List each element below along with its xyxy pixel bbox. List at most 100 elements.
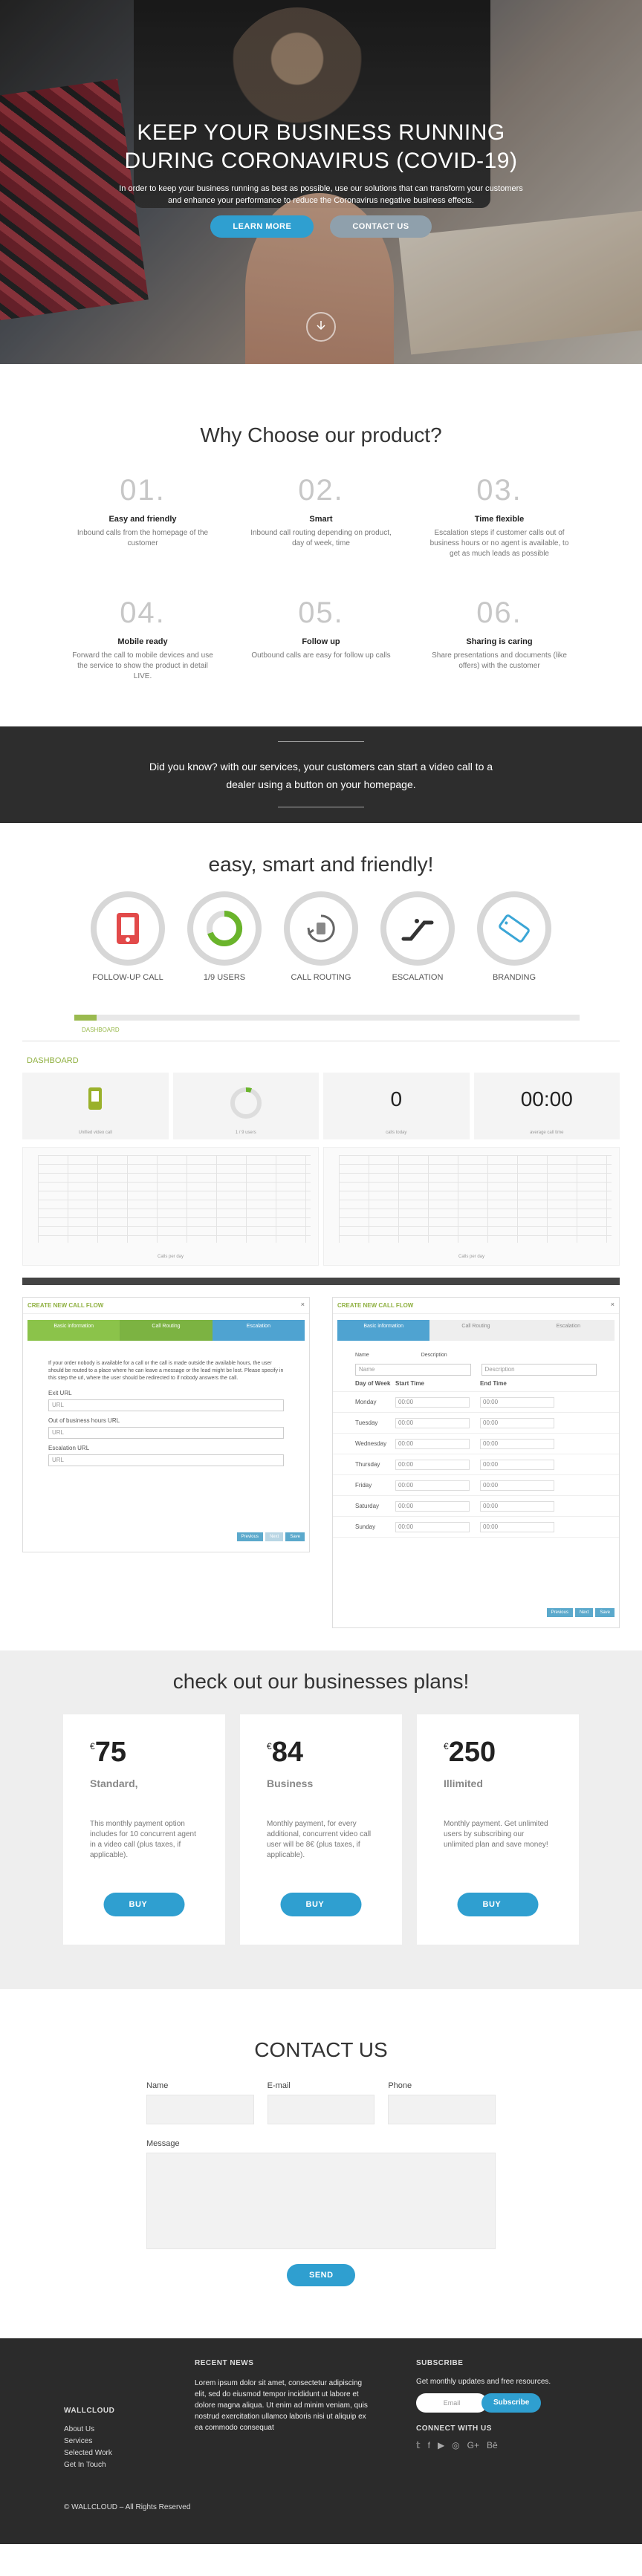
google-plus-icon[interactable]: G+ [467, 2440, 479, 2450]
end-time-input[interactable]: 00:00 [480, 1500, 554, 1512]
learn-more-button[interactable]: LEARN MORE [210, 215, 314, 238]
nav-bar [74, 1015, 580, 1021]
phone-icon [88, 1087, 103, 1110]
icon-label: FOLLOW-UP CALL [92, 973, 163, 982]
stat-caption: average call time [530, 1131, 564, 1135]
footer-link-about[interactable]: About Us [64, 2424, 114, 2436]
subscribe-title: SUBSCRIBE [416, 2359, 464, 2367]
end-time-input[interactable]: 00:00 [480, 1438, 554, 1449]
next-button[interactable]: Next [574, 1608, 594, 1617]
behance-icon[interactable]: Bē [487, 2440, 498, 2450]
footer-link-contact[interactable]: Get In Touch [64, 2459, 114, 2471]
phone-input[interactable] [388, 2095, 496, 2124]
save-button[interactable]: Save [595, 1608, 615, 1617]
end-time-input[interactable]: 00:00 [480, 1459, 554, 1470]
step-escalation[interactable]: Escalation [522, 1320, 615, 1341]
feature-icon-item: FOLLOW-UP CALL [91, 891, 165, 982]
subscribe-email-input[interactable]: Email [416, 2393, 487, 2413]
step-call-routing[interactable]: Call Routing [429, 1320, 522, 1341]
start-time-input[interactable]: 00:00 [395, 1459, 470, 1470]
previous-button[interactable]: Previous [236, 1532, 263, 1541]
escalation-url-input[interactable]: URL [48, 1454, 284, 1466]
call-flow-modal-escalation: CREATE NEW CALL FLOW × Basic information… [22, 1297, 310, 1552]
start-time-header: Start Time [395, 1380, 424, 1387]
day-label: Saturday [355, 1503, 380, 1509]
email-input[interactable] [267, 2095, 375, 2124]
dashboard-tab[interactable]: DASHBOARD [82, 1027, 120, 1033]
footer-link-work[interactable]: Selected Work [64, 2447, 114, 2459]
save-button[interactable]: Save [285, 1532, 305, 1541]
feature-item: 01. Easy and friendly Inbound calls from… [54, 474, 232, 559]
plans-title: check out our businesses plans! [172, 1670, 470, 1693]
dashboard-top-nav: DASHBOARD [22, 1012, 620, 1041]
start-time-input[interactable]: 00:00 [395, 1396, 470, 1408]
stat-caption: calls today [386, 1131, 407, 1135]
stat-card: Unified video call [22, 1073, 169, 1139]
close-icon[interactable]: × [301, 1301, 305, 1308]
schedule-row: Saturday 00:00 00:00 [333, 1496, 619, 1517]
name-label: Name [146, 2081, 169, 2090]
end-time-input[interactable]: 00:00 [480, 1417, 554, 1428]
message-textarea[interactable] [146, 2153, 496, 2249]
contact-form: Name E-mail Phone Message SEND [146, 2081, 496, 2286]
send-button[interactable]: SEND [287, 2264, 355, 2286]
step-basic-info[interactable]: Basic information [27, 1320, 120, 1341]
start-time-input[interactable]: 00:00 [395, 1438, 470, 1449]
why-section: Why Choose our product? 01. Easy and fri… [0, 364, 642, 726]
close-icon[interactable]: × [611, 1301, 615, 1308]
feature-icon-item: BRANDING [477, 891, 551, 982]
currency-symbol: € [444, 1741, 449, 1752]
youtube-icon[interactable]: ▶ [438, 2440, 444, 2450]
next-button[interactable]: Next [265, 1532, 284, 1541]
name-input[interactable]: Name [355, 1364, 471, 1376]
footer-link-services[interactable]: Services [64, 2436, 114, 2447]
name-input[interactable] [146, 2095, 254, 2124]
buy-now-button[interactable]: BUY NOW [280, 1893, 362, 1933]
feature-icon-item: 1/9 USERS [187, 891, 262, 982]
contact-title: CONTACT US [254, 2038, 388, 2061]
feature-text: Inbound call routing depending on produc… [250, 529, 392, 547]
contact-us-button[interactable]: CONTACT US [330, 215, 432, 238]
step-escalation[interactable]: Escalation [212, 1320, 305, 1341]
feature-icon-item: CALL ROUTING [284, 891, 358, 982]
plan-name: Business [267, 1777, 314, 1789]
recent-news-text: Lorem ipsum dolor sit amet, consectetur … [195, 2379, 368, 2432]
description-input[interactable]: Description [481, 1364, 597, 1376]
chevron-down-icon[interactable] [306, 312, 336, 342]
field-label: Escalation URL [48, 1445, 90, 1451]
feature-item: 04. Mobile ready Forward the call to mob… [54, 596, 232, 682]
stat-value: 00:00 [520, 1087, 573, 1110]
start-time-input[interactable]: 00:00 [395, 1417, 470, 1428]
recent-news-title: RECENT NEWS [195, 2359, 254, 2367]
start-time-input[interactable]: 00:00 [395, 1480, 470, 1491]
email-label: E-mail [267, 2081, 291, 2090]
users-gauge-icon [230, 1087, 262, 1119]
buy-now-button[interactable]: BUY NOW [103, 1893, 185, 1933]
subscribe-button[interactable]: Subscribe [482, 2393, 542, 2413]
facebook-icon[interactable]: f [428, 2440, 430, 2450]
end-time-input[interactable]: 00:00 [480, 1521, 554, 1532]
feature-item: 06. Sharing is caring Share presentation… [410, 596, 588, 682]
instagram-icon[interactable]: ◎ [452, 2440, 459, 2450]
step-call-routing[interactable]: Call Routing [120, 1320, 213, 1341]
plan-description: Monthly payment. Get unlimited users by … [444, 1820, 548, 1849]
name-label: Name [355, 1353, 369, 1358]
field-label: Out of business hours URL [48, 1417, 120, 1424]
previous-button[interactable]: Previous [546, 1608, 573, 1617]
feature-item: 02. Smart Inbound call routing depending… [232, 474, 410, 559]
start-time-input[interactable]: 00:00 [395, 1500, 470, 1512]
twitter-icon[interactable]: 𝕥 [416, 2440, 421, 2450]
exit-url-input[interactable]: URL [48, 1399, 284, 1411]
dashboard-title: DASHBOARD [27, 1056, 79, 1065]
plan-price: €84 [267, 1737, 303, 1768]
step-basic-info[interactable]: Basic information [337, 1320, 430, 1341]
footer-bar [22, 1278, 620, 1285]
end-time-input[interactable]: 00:00 [480, 1396, 554, 1408]
feature-title: Mobile ready [117, 637, 168, 646]
out-of-hours-url-input[interactable]: URL [48, 1427, 284, 1439]
start-time-input[interactable]: 00:00 [395, 1521, 470, 1532]
feature-title: Follow up [302, 637, 340, 646]
buy-now-button[interactable]: BUY NOW [457, 1893, 539, 1933]
feature-text: Inbound calls from the homepage of the c… [77, 529, 209, 547]
end-time-input[interactable]: 00:00 [480, 1480, 554, 1491]
